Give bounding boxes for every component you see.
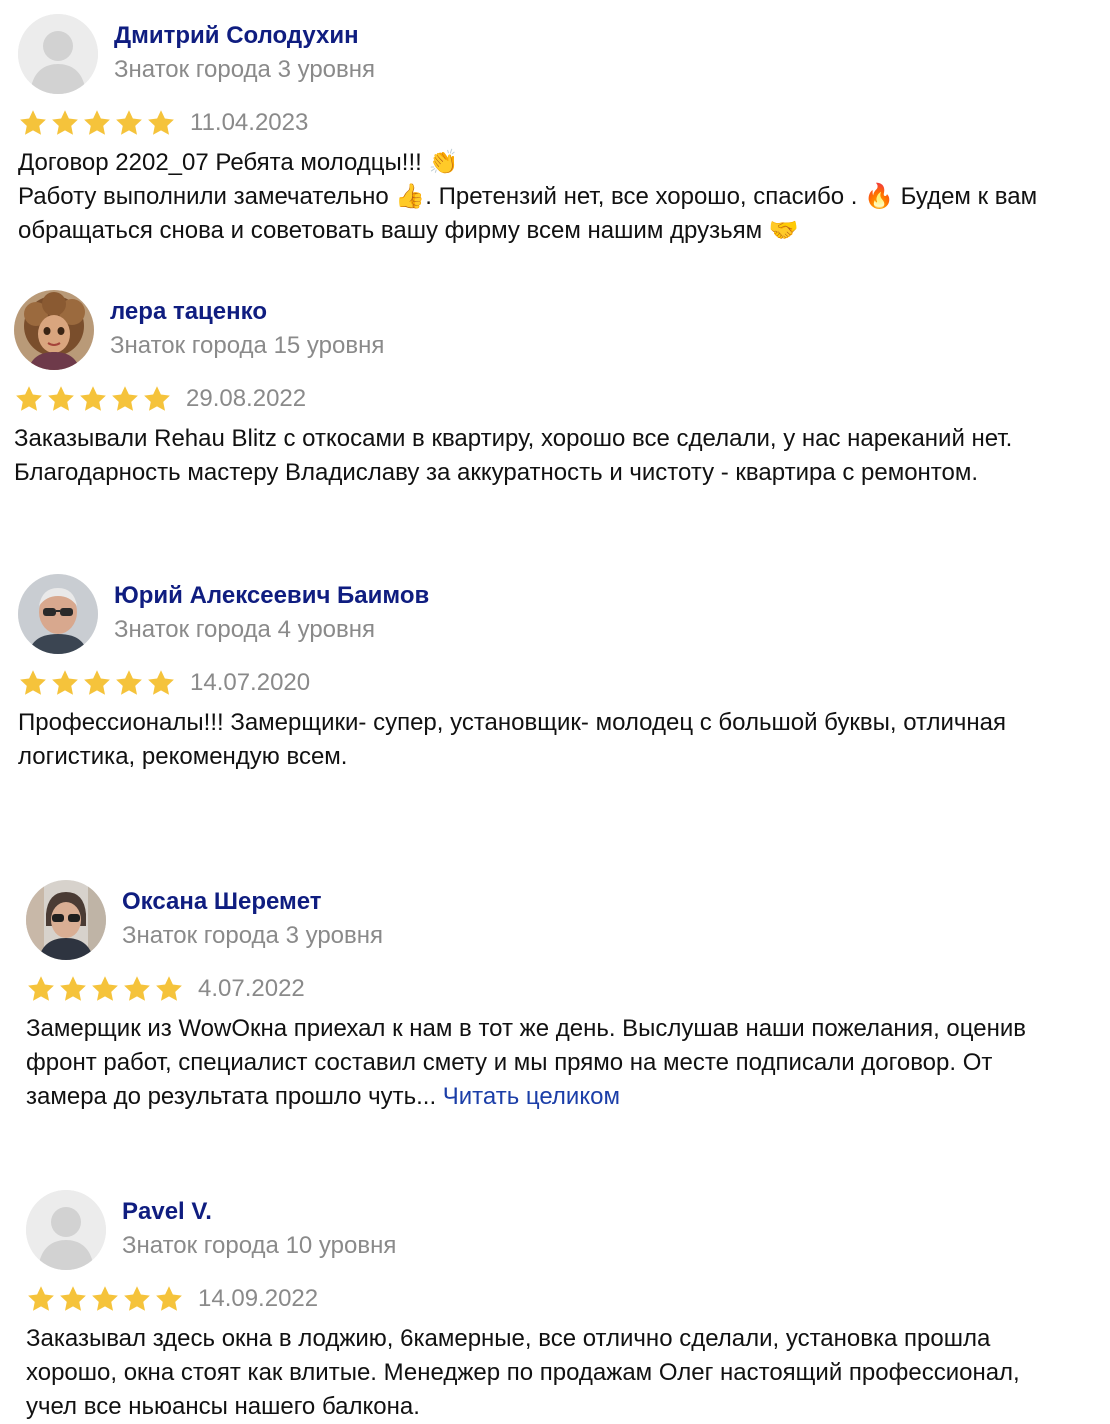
star-rating — [14, 384, 172, 414]
star-icon — [116, 110, 142, 135]
user-photo-icon — [18, 574, 98, 654]
star-rating — [26, 974, 184, 1004]
user-photo-icon — [26, 880, 106, 960]
reviewer-name[interactable]: лера таценко — [110, 298, 267, 326]
star-icon — [20, 110, 46, 135]
rating-row: 14.09.2022 — [26, 1282, 318, 1316]
review-text: Профессионалы!!! Замерщики- супер, устан… — [18, 706, 1068, 774]
star-icon — [28, 976, 54, 1001]
star-icon — [52, 670, 78, 695]
review-text-paragraph: Замерщик из WowОкна приехал к нам в тот … — [26, 1012, 1076, 1114]
review-text-line: Профессионалы!!! Замерщики- супер, устан… — [18, 709, 1007, 770]
star-icon — [60, 1286, 86, 1311]
review-text-line: Заказывали Rehau Blitz с откосами в квар… — [14, 425, 1013, 486]
review-text: Заказывал здесь окна в лоджию, 6камерные… — [26, 1322, 1076, 1424]
star-rating — [26, 1284, 184, 1314]
star-icon — [28, 1286, 54, 1311]
reviewer-name[interactable]: Оксана Шеремет — [122, 888, 322, 916]
reviewer-level: Знаток города 4 уровня — [114, 616, 376, 643]
star-icon — [156, 976, 182, 1001]
star-icon — [52, 110, 78, 135]
reviewer-level: Знаток города 3 уровня — [114, 56, 376, 83]
user-silhouette-icon — [18, 14, 98, 94]
star-icon — [20, 670, 46, 695]
star-icon — [48, 386, 74, 411]
reviewer-level: Знаток города 10 уровня — [122, 1232, 397, 1259]
reviewer-name[interactable]: Юрий Алексеевич Баимов — [114, 582, 429, 610]
star-icon — [148, 670, 174, 695]
avatar-photo[interactable] — [14, 290, 94, 370]
rating-row: 4.07.2022 — [26, 972, 305, 1006]
star-icon — [144, 386, 170, 411]
avatar-placeholder[interactable] — [26, 1190, 106, 1270]
review-date: 11.04.2023 — [190, 109, 309, 136]
star-icon — [92, 976, 118, 1001]
star-icon — [112, 386, 138, 411]
star-icon — [60, 976, 86, 1001]
reviewer-level: Знаток города 15 уровня — [110, 332, 385, 359]
star-rating — [18, 668, 176, 698]
star-icon — [84, 110, 110, 135]
user-photo-icon — [14, 290, 94, 370]
review-date: 4.07.2022 — [198, 975, 305, 1002]
star-icon — [156, 1286, 182, 1311]
rating-row: 11.04.2023 — [18, 106, 308, 140]
review-text-line: Заказывал здесь окна в лоджию, 6камерные… — [26, 1325, 1020, 1420]
star-icon — [124, 1286, 150, 1311]
avatar-photo[interactable] — [26, 880, 106, 960]
review-date: 29.08.2022 — [186, 385, 307, 412]
review-date: 14.09.2022 — [198, 1285, 319, 1312]
reviewer-name[interactable]: Дмитрий Солодухин — [114, 22, 359, 50]
star-icon — [92, 1286, 118, 1311]
review-text: Заказывали Rehau Blitz с откосами в квар… — [14, 422, 1064, 490]
review-date: 14.07.2020 — [190, 669, 311, 696]
review-text: Договор 2202_07 Ребята молодцы!!! 👏 Рабо… — [18, 146, 1068, 248]
star-icon — [16, 386, 42, 411]
rating-row: 14.07.2020 — [18, 666, 310, 700]
star-icon — [80, 386, 106, 411]
star-icon — [124, 976, 150, 1001]
star-icon — [148, 110, 174, 135]
read-more-link[interactable]: Читать целиком — [443, 1083, 620, 1110]
user-silhouette-icon — [26, 1190, 106, 1270]
reviewer-level: Знаток города 3 уровня — [122, 922, 384, 949]
review-text: Замерщик из WowОкна приехал к нам в тот … — [26, 1012, 1076, 1114]
review-text-line: Договор 2202_07 Ребята молодцы!!! 👏 — [18, 149, 459, 176]
avatar-photo[interactable] — [18, 574, 98, 654]
rating-row: 29.08.2022 — [14, 382, 306, 416]
reviewer-name[interactable]: Pavel V. — [122, 1198, 212, 1226]
star-icon — [84, 670, 110, 695]
star-rating — [18, 108, 176, 138]
avatar-placeholder[interactable] — [18, 14, 98, 94]
review-text-line: Работу выполнили замечательно 👍. Претенз… — [18, 183, 1038, 244]
star-icon — [116, 670, 142, 695]
